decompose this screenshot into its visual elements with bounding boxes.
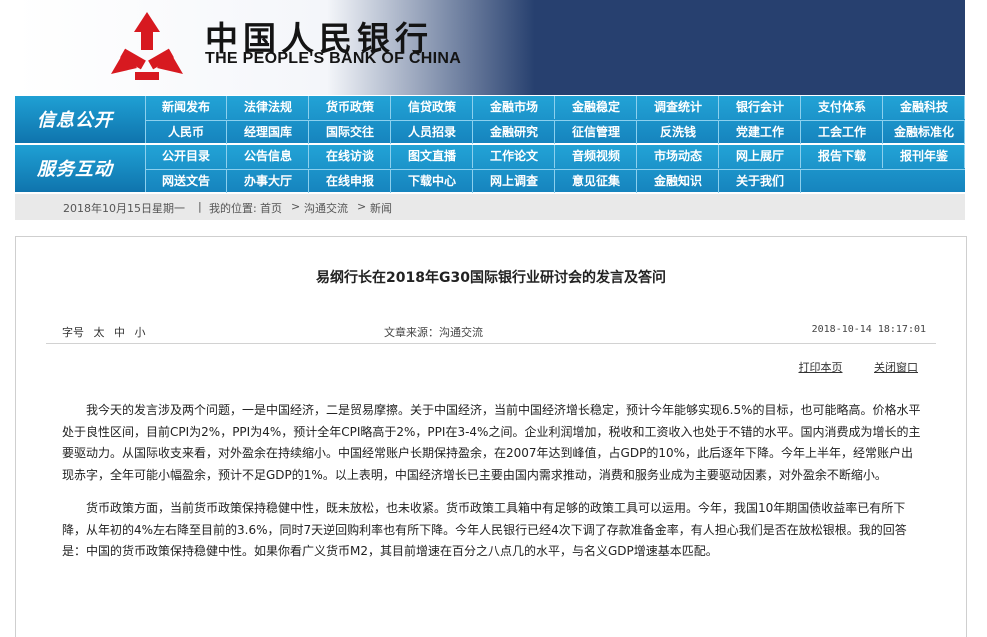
article-meta: 字号 太 中 小 文章来源：沟通交流 2018-10-14 18:17:01 [46, 317, 936, 344]
breadcrumb-date: 2018年10月15日 [63, 202, 152, 215]
breadcrumb-home-link[interactable]: 首页 [260, 200, 282, 216]
breadcrumb-separator: | [198, 200, 202, 213]
bank-name-en: THE PEOPLE'S BANK OF CHINA [205, 50, 462, 67]
nav-item[interactable]: 报刊年鉴 [884, 145, 965, 168]
nav-item[interactable]: 货币政策 [310, 96, 391, 119]
nav-grid: 公开目录 公告信息 在线访谈 图文直播 工作论文 音频视频 市场动态 网上展厅 … [146, 145, 965, 193]
nav-item[interactable]: 金融科技 [884, 96, 965, 119]
nav-item[interactable]: 意见征集 [556, 170, 637, 193]
article-panel: 易纲行长在2018年G30国际银行业研讨会的发言及答问 字号 太 中 小 文章来… [15, 236, 967, 637]
nav-item[interactable]: 国际交往 [310, 121, 391, 144]
nav-item[interactable]: 图文直播 [392, 145, 473, 168]
article-source: 文章来源：沟通交流 [384, 326, 483, 339]
article-datetime: 2018-10-14 18:17:01 [811, 324, 926, 335]
pboc-logo-icon [111, 12, 183, 80]
nav-item[interactable]: 法律法规 [228, 96, 309, 119]
font-size-small-button[interactable]: 小 [135, 326, 146, 339]
breadcrumb-level1-link[interactable]: 沟通交流 [304, 200, 348, 216]
article-body: 我今天的发言涉及两个问题，一是中国经济，二是贸易摩擦。关于中国经济，当前中国经济… [62, 400, 922, 575]
print-page-link[interactable]: 打印本页 [799, 361, 843, 374]
nav-item[interactable]: 下载中心 [392, 170, 473, 193]
nav-item[interactable]: 在线访谈 [310, 145, 391, 168]
nav-item[interactable]: 市场动态 [638, 145, 719, 168]
nav-grid: 新闻发布 法律法规 货币政策 信贷政策 金融市场 金融稳定 调查统计 银行会计 … [146, 96, 965, 144]
breadcrumb-level2-link[interactable]: 新闻 [370, 200, 392, 216]
nav-item[interactable]: 金融知识 [638, 170, 719, 193]
nav-item[interactable]: 信贷政策 [392, 96, 473, 119]
font-size-medium-button[interactable]: 中 [114, 326, 125, 339]
close-window-link[interactable]: 关闭窗口 [874, 361, 918, 374]
font-size-large-button[interactable]: 太 [94, 326, 105, 339]
nav-item[interactable]: 支付体系 [802, 96, 883, 119]
nav-item[interactable]: 经理国库 [228, 121, 309, 144]
nav-item[interactable]: 工作论文 [474, 145, 555, 168]
breadcrumb: 2018年10月15日 星期一 | 我的位置: 首页 > 沟通交流 > 新闻 [15, 194, 965, 220]
nav-item[interactable]: 工会工作 [802, 121, 883, 144]
nav-item[interactable]: 征信管理 [556, 121, 637, 144]
nav-item[interactable]: 党建工作 [720, 121, 801, 144]
nav-item[interactable]: 金融标准化 [884, 121, 965, 144]
breadcrumb-location-label: 我的位置: [209, 202, 257, 215]
nav-item[interactable]: 银行会计 [720, 96, 801, 119]
nav-item[interactable]: 公告信息 [228, 145, 309, 168]
nav-item[interactable]: 音频视频 [556, 145, 637, 168]
nav-section-label[interactable]: 服务互动 [15, 145, 146, 192]
nav-item[interactable]: 办事大厅 [228, 170, 309, 193]
article-tools: 打印本页 关闭窗口 [771, 359, 919, 375]
font-size-switcher: 字号 太 中 小 [62, 324, 146, 340]
nav-item[interactable]: 人民币 [146, 121, 227, 144]
nav-row: 新闻发布 法律法规 货币政策 信贷政策 金融市场 金融稳定 调查统计 银行会计 … [146, 96, 965, 119]
nav-info-disclosure: 信息公开 新闻发布 法律法规 货币政策 信贷政策 金融市场 金融稳定 调查统计 … [15, 96, 965, 144]
nav-item[interactable]: 调查统计 [638, 96, 719, 119]
nav-item[interactable]: 金融市场 [474, 96, 555, 119]
nav-service-interaction: 服务互动 公开目录 公告信息 在线访谈 图文直播 工作论文 音频视频 市场动态 … [15, 145, 965, 193]
nav-item[interactable]: 关于我们 [720, 170, 801, 193]
nav-row: 人民币 经理国库 国际交往 人员招录 金融研究 征信管理 反洗钱 党建工作 工会… [146, 120, 965, 144]
nav-item[interactable]: 报告下载 [802, 145, 883, 168]
nav-item[interactable]: 在线申报 [310, 170, 391, 193]
nav-item[interactable]: 金融稳定 [556, 96, 637, 119]
nav-item[interactable]: 公开目录 [146, 145, 227, 168]
article-paragraph: 货币政策方面，当前货币政策保持稳健中性，既未放松，也未收紧。货币政策工具箱中有足… [62, 501, 907, 558]
article-paragraph: 我今天的发言涉及两个问题，一是中国经济，二是贸易摩擦。关于中国经济，当前中国经济… [62, 403, 921, 482]
nav-row: 公开目录 公告信息 在线访谈 图文直播 工作论文 音频视频 市场动态 网上展厅 … [146, 145, 965, 168]
nav-item[interactable]: 网送文告 [146, 170, 227, 193]
breadcrumb-arrow: > [357, 200, 367, 213]
header-banner: 中国人民银行 THE PEOPLE'S BANK OF CHINA [15, 0, 965, 95]
nav-section-label[interactable]: 信息公开 [15, 96, 146, 143]
article-title: 易纲行长在2018年G30国际银行业研讨会的发言及答问 [316, 270, 666, 286]
nav-item[interactable]: 网上调查 [474, 170, 555, 193]
breadcrumb-arrow: > [291, 200, 301, 213]
breadcrumb-weekday: 星期一 [152, 202, 185, 215]
nav-item[interactable]: 新闻发布 [146, 96, 227, 119]
font-size-label: 字号 [62, 326, 84, 339]
nav-item[interactable]: 金融研究 [474, 121, 555, 144]
nav-item[interactable]: 网上展厅 [720, 145, 801, 168]
nav-item[interactable]: 人员招录 [392, 121, 473, 144]
nav-item[interactable]: 反洗钱 [638, 121, 719, 144]
nav-row: 网送文告 办事大厅 在线申报 下载中心 网上调查 意见征集 金融知识 关于我们 [146, 169, 965, 193]
